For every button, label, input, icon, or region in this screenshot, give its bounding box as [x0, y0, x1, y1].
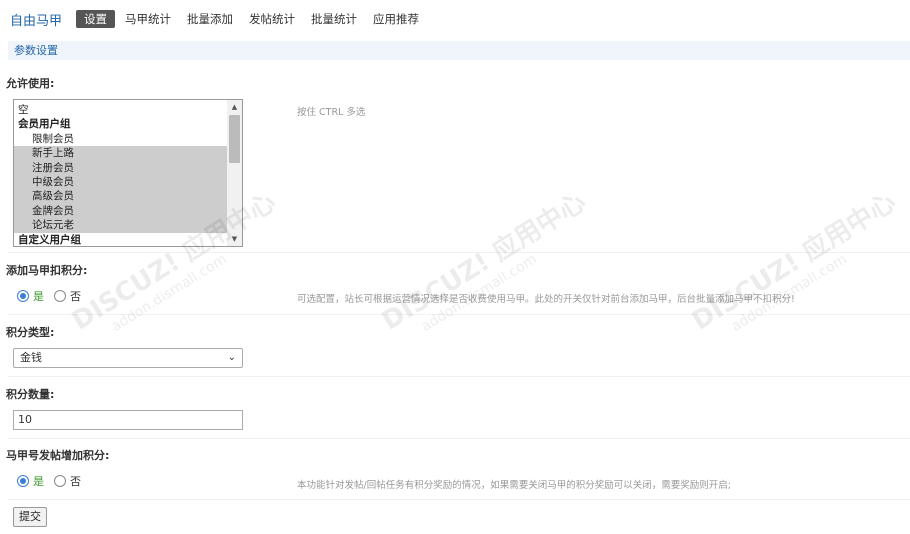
credit-amount-input[interactable]: 10 — [13, 410, 243, 430]
divider — [8, 252, 910, 253]
watermark-logo: DISCUZ! 应用中心 addon.dismall.com — [376, 187, 592, 337]
divider — [8, 499, 910, 500]
deduct-no-label[interactable]: 否 — [70, 288, 81, 304]
post-bonus-yes-label[interactable]: 是 — [33, 473, 44, 489]
option-intermediate[interactable]: 中级会员 — [14, 174, 227, 190]
tab-app-recommend[interactable]: 应用推荐 — [373, 10, 419, 28]
option-registered[interactable]: 注册会员 — [14, 160, 227, 175]
multiselect-scrollbar[interactable]: ▲ ▼ — [227, 100, 242, 246]
divider — [8, 314, 910, 315]
deduct-yes-radio[interactable] — [17, 290, 29, 302]
post-bonus-radio-group: 是 否 — [17, 473, 91, 489]
submit-button[interactable]: 提交 — [13, 507, 47, 527]
credit-type-select[interactable]: 金钱 ⌄ — [13, 348, 243, 368]
option-veteran[interactable]: 论坛元老 — [14, 218, 227, 233]
option-gold[interactable]: 金牌会员 — [14, 203, 227, 219]
deduct-no-radio[interactable] — [54, 290, 66, 302]
option-restricted[interactable]: 限制会员 — [14, 132, 227, 146]
usergroup-options: 空 会员用户组 限制会员 新手上路 注册会员 中级会员 高级会员 金牌会员 论坛… — [14, 100, 227, 246]
credit-amount-label: 积分数量: — [6, 388, 55, 401]
deduct-tip: 可选配置，站长可根据运营情况选择是否收费使用马甲。此处的开关仅针对前台添加马甲，… — [297, 294, 795, 305]
brand-title[interactable]: 自由马甲 — [10, 10, 62, 29]
scroll-down-icon[interactable]: ▼ — [227, 232, 242, 246]
usergroup-multiselect[interactable]: 空 会员用户组 限制会员 新手上路 注册会员 中级会员 高级会员 金牌会员 论坛… — [13, 99, 243, 247]
credit-type-value: 金钱 — [20, 351, 42, 364]
tab-vest-stats[interactable]: 马甲统计 — [125, 10, 171, 28]
option-senior[interactable]: 高级会员 — [14, 189, 227, 204]
post-bonus-tip: 本功能针对发帖/回帖任务有积分奖励的情况，如果需要关闭马甲的积分奖励可以关闭，需… — [297, 480, 731, 491]
allow-label: 允许使用: — [6, 77, 55, 90]
deduct-radio-group: 是 否 — [17, 288, 91, 304]
divider — [8, 376, 910, 377]
allow-tip: 按住 CTRL 多选 — [297, 107, 366, 118]
chevron-down-icon: ⌄ — [227, 352, 236, 363]
scroll-up-icon[interactable]: ▲ — [227, 100, 242, 114]
tab-settings[interactable]: 设置 — [76, 10, 116, 28]
tab-post-stats[interactable]: 发帖统计 — [249, 10, 295, 28]
deduct-yes-label[interactable]: 是 — [33, 288, 44, 304]
option-newbie[interactable]: 新手上路 — [14, 146, 227, 161]
watermark-logo: DISCUZ! 应用中心 addon.dismall.com — [686, 187, 902, 337]
option-group-members[interactable]: 会员用户组 — [14, 117, 227, 131]
tab-batch-add[interactable]: 批量添加 — [187, 10, 233, 28]
divider — [8, 438, 910, 439]
credit-type-label: 积分类型: — [6, 326, 55, 339]
top-nav: 自由马甲 设置 马甲统计 批量添加 发帖统计 批量统计 应用推荐 — [0, 0, 910, 38]
deduct-label: 添加马甲扣积分: — [6, 264, 88, 277]
post-bonus-yes-radio[interactable] — [17, 475, 29, 487]
tab-batch-stats[interactable]: 批量统计 — [311, 10, 357, 28]
post-bonus-no-radio[interactable] — [54, 475, 66, 487]
option-empty[interactable]: 空 — [14, 103, 227, 117]
post-bonus-no-label[interactable]: 否 — [70, 473, 81, 489]
post-bonus-label: 马甲号发帖增加积分: — [6, 449, 110, 462]
option-group-custom[interactable]: 自定义用户组 — [14, 233, 227, 246]
scroll-thumb[interactable] — [229, 115, 240, 163]
section-header: 参数设置 — [8, 41, 910, 60]
